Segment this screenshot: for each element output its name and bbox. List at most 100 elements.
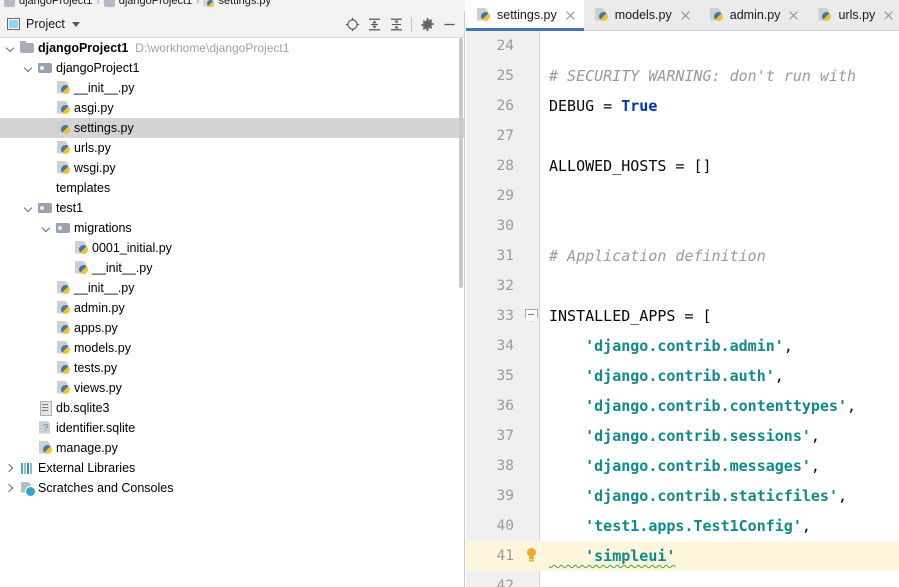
tree-item-label: migrations [74,221,132,235]
tree-item--init-py[interactable]: __init__.py [0,258,464,278]
tab-settings-py[interactable]: settings.py [466,0,584,30]
code-line-39[interactable]: 39 'django.contrib.staticfiles', [466,481,899,511]
code-line-26[interactable]: 26DEBUG = True [466,91,899,121]
code-text: 'django.contrib.staticfiles', [549,487,847,505]
code-token: INSTALLED_APPS = [ [549,307,712,325]
line-number: 38 [466,458,514,474]
code-line-36[interactable]: 36 'django.contrib.contenttypes', [466,391,899,421]
project-tree[interactable]: djangoProject1D:\workhome\djangoProject1… [0,38,464,587]
tree-item-views-py[interactable]: views.py [0,378,464,398]
minimize-icon[interactable] [438,14,460,36]
code-line-32[interactable]: 32 [466,271,899,301]
code-token: , [775,367,784,385]
tab-models-py[interactable]: models.py [584,0,699,30]
tree-spacer [42,84,51,93]
code-token: # Application definition [549,247,766,265]
tree-item-migrations[interactable]: migrations [0,218,464,238]
tree-item-label: 0001_initial.py [92,241,172,255]
code-line-27[interactable]: 27 [466,121,899,151]
code-line-42[interactable]: 42 [466,571,899,587]
tree-item-tests-py[interactable]: tests.py [0,358,464,378]
tree-item-manage-py[interactable]: manage.py [0,438,464,458]
collapse-all-icon[interactable] [385,14,407,36]
code-text: INSTALLED_APPS = [ [549,307,712,325]
code-line-29[interactable]: 29 [466,181,899,211]
tab-label: urls.py [838,8,875,22]
folder-icon [20,41,35,56]
tree-item--init-py[interactable]: __init__.py [0,78,464,98]
project-tool-window: Project [0,11,465,587]
code-text: # SECURITY WARNING: don't run with [549,67,856,85]
tree-item-external-libraries[interactable]: External Libraries [0,458,464,478]
project-scrollbar[interactable] [459,38,463,587]
close-icon[interactable] [679,9,692,22]
code-line-28[interactable]: 28ALLOWED_HOSTS = [] [466,151,899,181]
line-number: 27 [466,128,514,144]
tree-item-wsgi-py[interactable]: wsgi.py [0,158,464,178]
tree-item-db-sqlite3[interactable]: db.sqlite3 [0,398,464,418]
code-line-24[interactable]: 24 [466,31,899,61]
close-icon[interactable] [882,9,895,22]
tab-admin-py[interactable]: admin.py [699,0,808,30]
close-icon[interactable] [787,9,800,22]
code-line-31[interactable]: 31# Application definition [466,241,899,271]
tree-item-settings-py[interactable]: settings.py [0,118,464,138]
tree-item-urls-py[interactable]: urls.py [0,138,464,158]
tree-item-label: test1 [56,201,83,215]
lightbulb-icon[interactable] [527,548,536,557]
python-file-icon [56,301,71,316]
chevron-right-icon[interactable] [6,464,15,473]
code-line-35[interactable]: 35 'django.contrib.auth', [466,361,899,391]
tree-item-scratches-and-consoles[interactable]: Scratches and Consoles [0,478,464,498]
python-file-icon [709,8,724,23]
tab-label: admin.py [730,8,781,22]
tree-item-apps-py[interactable]: apps.py [0,318,464,338]
chevron-down-icon[interactable] [24,204,33,213]
code-line-25[interactable]: 25 # SECURITY WARNING: don't run with [466,61,899,91]
tree-item-djangoproject1[interactable]: djangoProject1 [0,58,464,78]
tree-item-identifier-sqlite[interactable]: identifier.sqlite [0,418,464,438]
tree-item--init-py[interactable]: __init__.py [0,278,464,298]
tab-urls-py[interactable]: urls.py [807,0,899,30]
code-line-40[interactable]: 40 'test1.apps.Test1Config', [466,511,899,541]
tree-item-test1[interactable]: test1 [0,198,464,218]
close-icon[interactable] [564,9,577,22]
tree-spacer [24,444,33,453]
code-line-30[interactable]: 30 [466,211,899,241]
locate-icon[interactable] [341,14,363,36]
line-number: 36 [466,398,514,414]
breadcrumb-item[interactable]: djangoProject1 [19,0,92,7]
code-line-41[interactable]: 41 'simpleui' [466,541,899,571]
line-number: 33 [466,308,514,324]
tree-item-0001-initial-py[interactable]: 0001_initial.py [0,238,464,258]
chevron-down-icon[interactable] [72,22,80,27]
line-number: 35 [466,368,514,384]
chevron-right-icon[interactable] [6,484,15,493]
project-title-group[interactable]: Project [0,17,80,31]
code-line-34[interactable]: 34 'django.contrib.admin', [466,331,899,361]
tree-item-models-py[interactable]: models.py [0,338,464,358]
chevron-down-icon[interactable] [42,224,51,233]
gear-icon[interactable] [416,14,438,36]
code-lines[interactable]: 24 25 # SECURITY WARNING: don't run with 26… [466,31,899,587]
tree-item-admin-py[interactable]: admin.py [0,298,464,318]
tree-item-templates[interactable]: templates [0,178,464,198]
code-line-33[interactable]: 33 INSTALLED_APPS = [ [466,301,899,331]
code-editor[interactable]: 24 25 # SECURITY WARNING: don't run with 26… [466,31,899,587]
chevron-down-icon[interactable] [24,64,33,73]
tree-item-djangoproject1[interactable]: djangoProject1D:\workhome\djangoProject1 [0,38,464,58]
chevron-down-icon[interactable] [6,44,15,53]
line-number: 25 [466,68,514,84]
fold-collapse-icon[interactable] [525,309,537,323]
breadcrumb-item[interactable]: djangoProject1 [119,0,192,7]
expand-all-icon[interactable] [363,14,385,36]
tree-item-label: settings.py [74,121,134,135]
code-line-37[interactable]: 37 'django.contrib.sessions', [466,421,899,451]
panel-toolbar [341,11,460,38]
breadcrumb-item[interactable]: settings.py [218,0,271,7]
python-file-icon [38,441,53,456]
code-line-38[interactable]: 38 'django.contrib.messages', [466,451,899,481]
code-text: 'simpleui' [549,547,675,565]
tree-item-asgi-py[interactable]: asgi.py [0,98,464,118]
scrollbar-thumb[interactable] [459,38,463,288]
